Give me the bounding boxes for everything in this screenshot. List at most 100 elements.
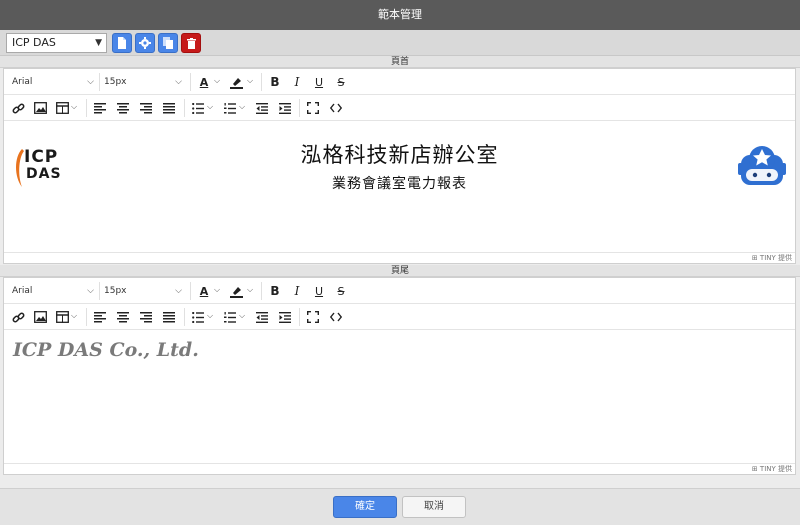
align-right-icon[interactable] <box>138 100 154 116</box>
toolbar-divider <box>190 73 191 91</box>
footer-toolbar-row1: Arial ⌵ 15px ⌵ A ⌵ ⌵ B I U S <box>4 278 795 304</box>
font-family-value: Arial <box>12 77 33 87</box>
chevron-down-icon: ⌵ <box>87 77 94 87</box>
template-toolbar: ICP DAS ▼ <box>0 30 800 56</box>
strikethrough-icon[interactable]: S <box>333 74 349 90</box>
align-justify-icon[interactable] <box>161 309 177 325</box>
chevron-down-icon[interactable]: ⌵ <box>71 311 77 321</box>
cancel-button[interactable]: 取消 <box>402 496 466 518</box>
chevron-down-icon[interactable]: ⌵ <box>247 76 253 86</box>
copy-template-button[interactable] <box>158 33 178 53</box>
toolbar-divider <box>86 308 87 326</box>
outdent-icon[interactable] <box>254 100 270 116</box>
footer-editor: Arial ⌵ 15px ⌵ A ⌵ ⌵ B I U S ⌵ ⌵ ⌵ ICP D… <box>3 277 796 475</box>
font-size-select[interactable]: 15px ⌵ <box>104 73 182 91</box>
chevron-down-icon: ▼ <box>95 38 102 48</box>
align-right-icon[interactable] <box>138 309 154 325</box>
chevron-down-icon: ⌵ <box>175 286 182 296</box>
toolbar-divider <box>190 282 191 300</box>
footer-toolbar-row2: ⌵ ⌵ ⌵ <box>4 304 795 330</box>
fullscreen-icon[interactable] <box>305 100 321 116</box>
trash-icon <box>186 37 196 49</box>
footer-company-text: ICP DAS Co., Ltd. <box>13 339 199 361</box>
italic-icon[interactable]: I <box>289 283 305 299</box>
numbered-list-icon[interactable] <box>222 309 238 325</box>
delete-template-button[interactable] <box>181 33 201 53</box>
font-family-select[interactable]: Arial ⌵ <box>12 73 94 91</box>
underline-icon[interactable]: U <box>311 283 327 299</box>
chevron-down-icon[interactable]: ⌵ <box>239 102 245 112</box>
header-status-bar: ⊞ TINY 提供 <box>4 252 795 263</box>
text-color-icon[interactable]: A <box>196 283 212 299</box>
header-title: 泓格科技新店辦公室 <box>300 143 499 167</box>
fullscreen-icon[interactable] <box>305 309 321 325</box>
font-family-value: Arial <box>12 286 33 296</box>
chevron-down-icon[interactable]: ⌵ <box>239 311 245 321</box>
table-icon[interactable] <box>54 309 70 325</box>
bold-icon[interactable]: B <box>267 74 283 90</box>
template-select-value: ICP DAS <box>12 36 56 49</box>
align-justify-icon[interactable] <box>161 100 177 116</box>
font-size-value: 15px <box>104 77 127 87</box>
indent-icon[interactable] <box>277 309 293 325</box>
font-size-value: 15px <box>104 286 127 296</box>
toolbar-divider <box>184 99 185 117</box>
align-left-icon[interactable] <box>92 100 108 116</box>
align-left-icon[interactable] <box>92 309 108 325</box>
image-icon[interactable] <box>32 100 48 116</box>
copy-icon <box>162 37 173 49</box>
chevron-down-icon[interactable]: ⌵ <box>207 102 213 112</box>
toolbar-divider <box>86 99 87 117</box>
new-template-button[interactable] <box>112 33 132 53</box>
robot-mascot-icon <box>737 141 787 191</box>
toolbar-divider <box>261 73 262 91</box>
footer-section-label: 頁尾 <box>0 265 800 277</box>
chevron-down-icon[interactable]: ⌵ <box>247 285 253 295</box>
align-center-icon[interactable] <box>115 100 131 116</box>
dialog-title: 範本管理 <box>0 0 800 30</box>
italic-icon[interactable]: I <box>289 74 305 90</box>
dialog-button-bar: 確定 取消 <box>0 488 800 525</box>
header-section-label: 頁首 <box>0 56 800 68</box>
highlight-color-icon[interactable] <box>228 283 244 299</box>
toolbar-divider <box>99 73 100 91</box>
template-settings-button[interactable] <box>135 33 155 53</box>
bullet-list-icon[interactable] <box>190 100 206 116</box>
ok-button[interactable]: 確定 <box>333 496 397 518</box>
header-toolbar-row2: ⌵ ⌵ ⌵ <box>4 95 795 121</box>
toolbar-divider <box>99 282 100 300</box>
bullet-list-icon[interactable] <box>190 309 206 325</box>
align-center-icon[interactable] <box>115 309 131 325</box>
header-subtitle: 業務會議室電力報表 <box>332 176 467 192</box>
strikethrough-icon[interactable]: S <box>333 283 349 299</box>
indent-icon[interactable] <box>277 100 293 116</box>
footer-content-area[interactable]: ICP DAS Co., Ltd. <box>4 330 795 463</box>
toolbar-divider <box>261 282 262 300</box>
source-code-icon[interactable] <box>328 309 344 325</box>
new-document-icon <box>118 37 126 49</box>
header-editor: Arial ⌵ 15px ⌵ A ⌵ ⌵ B I U S ⌵ ⌵ ⌵ ICP D… <box>3 68 796 264</box>
underline-icon[interactable]: U <box>311 74 327 90</box>
header-content-area[interactable]: ICP DAS 泓格科技新店辦公室 業務會議室電力報表 <box>4 121 795 252</box>
font-family-select[interactable]: Arial ⌵ <box>12 282 94 300</box>
table-icon[interactable] <box>54 100 70 116</box>
text-color-icon[interactable]: A <box>196 74 212 90</box>
chevron-down-icon: ⌵ <box>87 286 94 296</box>
chevron-down-icon[interactable]: ⌵ <box>214 285 220 295</box>
image-icon[interactable] <box>32 309 48 325</box>
template-select[interactable]: ICP DAS ▼ <box>6 33 107 53</box>
toolbar-divider <box>184 308 185 326</box>
link-icon[interactable] <box>10 100 26 116</box>
chevron-down-icon[interactable]: ⌵ <box>207 311 213 321</box>
outdent-icon[interactable] <box>254 309 270 325</box>
chevron-down-icon[interactable]: ⌵ <box>71 102 77 112</box>
gear-icon <box>139 37 151 49</box>
highlight-color-icon[interactable] <box>228 74 244 90</box>
bold-icon[interactable]: B <box>267 283 283 299</box>
numbered-list-icon[interactable] <box>222 100 238 116</box>
chevron-down-icon[interactable]: ⌵ <box>214 76 220 86</box>
source-code-icon[interactable] <box>328 100 344 116</box>
font-size-select[interactable]: 15px ⌵ <box>104 282 182 300</box>
chevron-down-icon: ⌵ <box>175 77 182 87</box>
link-icon[interactable] <box>10 309 26 325</box>
